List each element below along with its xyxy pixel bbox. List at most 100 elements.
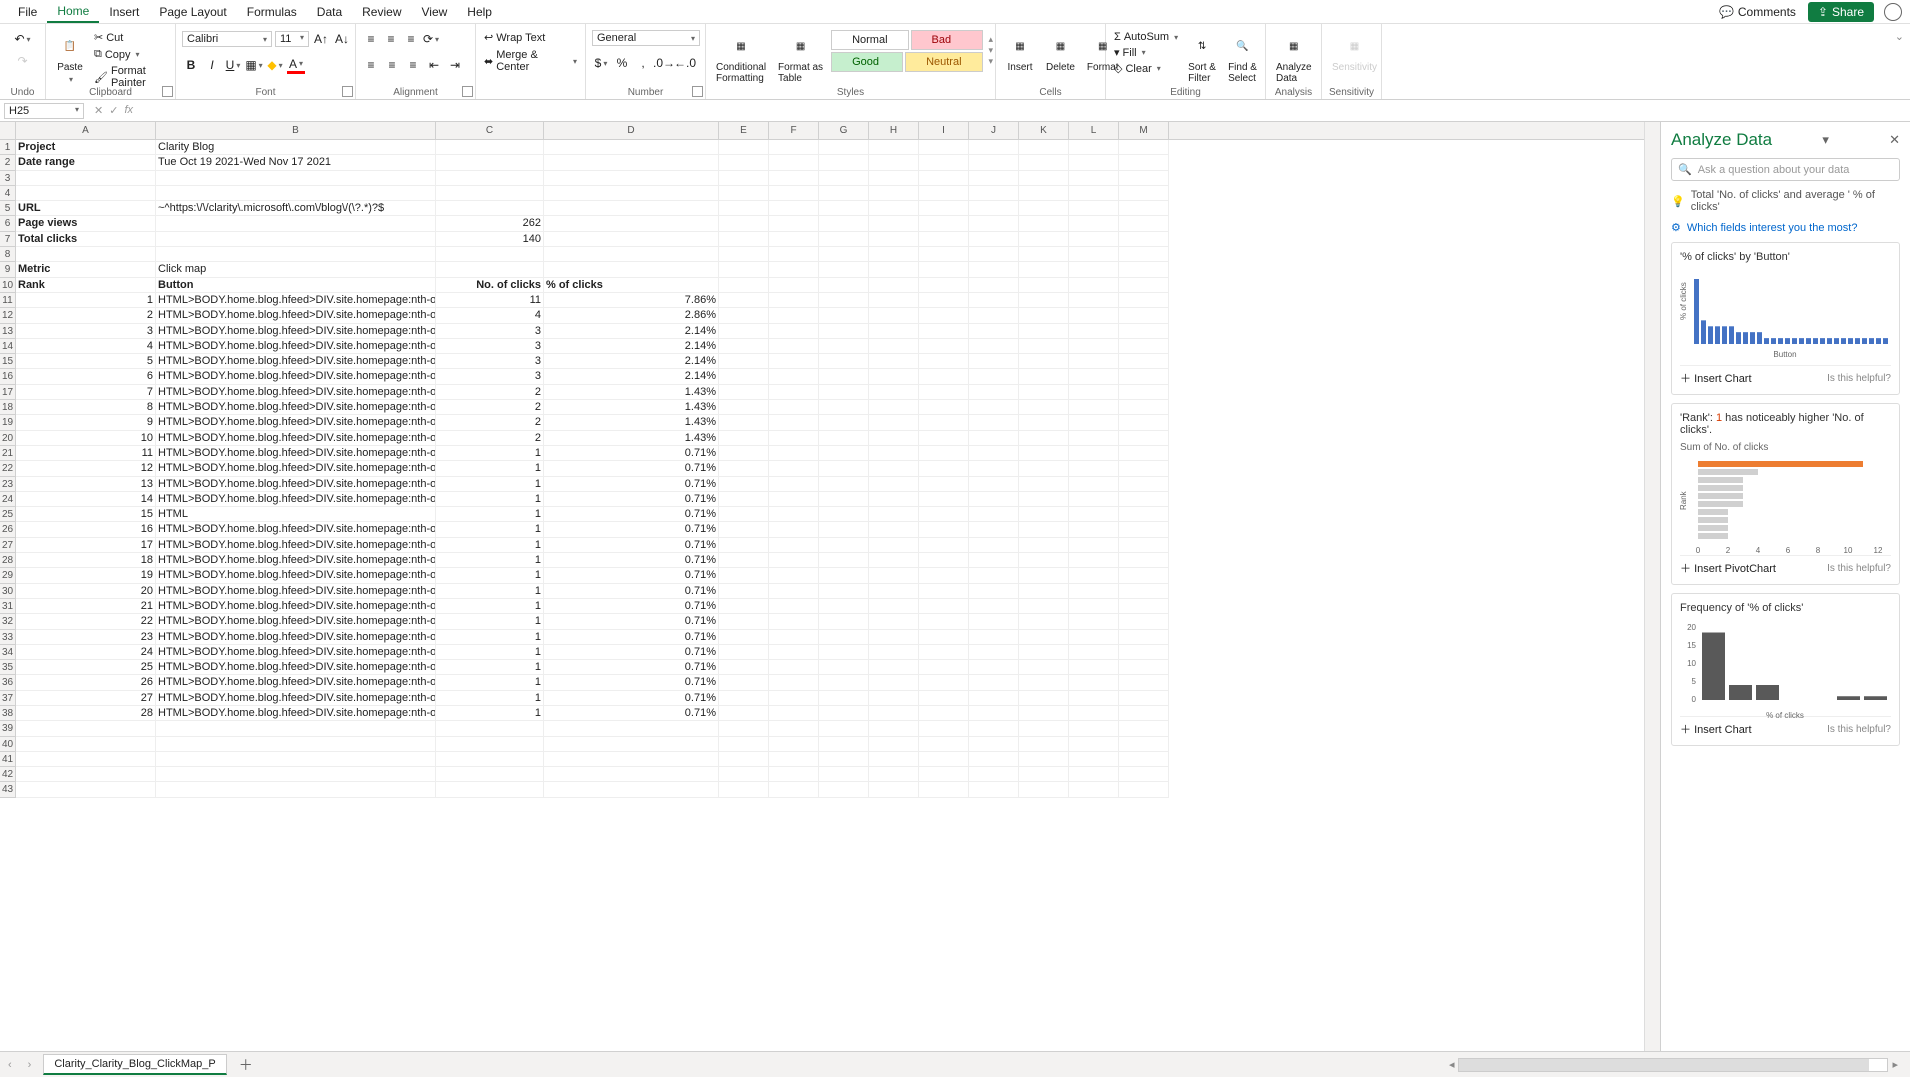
increase-decimal-icon[interactable]: .0→ (655, 54, 673, 72)
cell[interactable] (16, 752, 156, 767)
cell[interactable] (969, 492, 1019, 507)
cell[interactable] (1019, 538, 1069, 553)
cell[interactable] (1119, 599, 1169, 614)
cell[interactable] (819, 201, 869, 216)
menu-review[interactable]: Review (352, 2, 411, 22)
cell[interactable] (1069, 431, 1119, 446)
row-header[interactable]: 22 (0, 461, 16, 476)
share-button[interactable]: ⇪Share (1808, 2, 1874, 22)
cell[interactable] (769, 553, 819, 568)
cell[interactable] (719, 308, 769, 323)
cell[interactable] (1019, 140, 1069, 155)
cell[interactable]: HTML>BODY.home.blog.hfeed>DIV.site.homep… (156, 553, 436, 568)
cell[interactable]: 2 (436, 415, 544, 430)
cell[interactable] (719, 369, 769, 384)
col-F[interactable]: F (769, 122, 819, 139)
cell[interactable] (969, 538, 1019, 553)
style-neutral[interactable]: Neutral (905, 52, 982, 72)
cell[interactable] (919, 721, 969, 736)
cell[interactable]: HTML>BODY.home.blog.hfeed>DIV.site.homep… (156, 691, 436, 706)
col-E[interactable]: E (719, 122, 769, 139)
decrease-decimal-icon[interactable]: ←.0 (676, 54, 694, 72)
cell[interactable] (769, 737, 819, 752)
pane-settings-icon[interactable]: ▾ (1822, 132, 1829, 148)
cell[interactable] (16, 782, 156, 797)
cell[interactable] (1019, 599, 1069, 614)
cell[interactable] (769, 538, 819, 553)
align-right-icon[interactable]: ≡ (404, 56, 422, 74)
cell[interactable] (919, 278, 969, 293)
copy-button[interactable]: ⧉Copy▾ (92, 47, 169, 62)
insert-chart-3[interactable]: ＋ Insert Chart (1680, 721, 1752, 737)
cell[interactable] (1019, 293, 1069, 308)
cell[interactable]: HTML>BODY.home.blog.hfeed>DIV.site.homep… (156, 584, 436, 599)
cell[interactable] (769, 308, 819, 323)
row-header[interactable]: 26 (0, 522, 16, 537)
cell[interactable] (769, 354, 819, 369)
style-normal[interactable]: Normal (831, 30, 908, 50)
row-header[interactable]: 11 (0, 293, 16, 308)
col-L[interactable]: L (1069, 122, 1119, 139)
cell[interactable] (919, 354, 969, 369)
cell[interactable] (1069, 140, 1119, 155)
cell[interactable]: HTML (156, 507, 436, 522)
cell[interactable]: 9 (16, 415, 156, 430)
cell[interactable]: 24 (16, 645, 156, 660)
cell[interactable]: 2.14% (544, 324, 719, 339)
cell[interactable] (869, 431, 919, 446)
cell[interactable] (1119, 660, 1169, 675)
cell[interactable] (1119, 232, 1169, 247)
cell[interactable]: 1 (436, 584, 544, 599)
cell[interactable] (869, 201, 919, 216)
cell[interactable] (1069, 721, 1119, 736)
cell[interactable]: Date range (16, 155, 156, 170)
cell[interactable] (1019, 522, 1069, 537)
row-header[interactable]: 17 (0, 385, 16, 400)
cell[interactable] (969, 584, 1019, 599)
cell[interactable] (819, 216, 869, 231)
cell[interactable] (544, 721, 719, 736)
cell[interactable]: 11 (16, 446, 156, 461)
cell[interactable] (769, 492, 819, 507)
cell[interactable] (819, 247, 869, 262)
cell[interactable] (436, 140, 544, 155)
cell[interactable] (919, 477, 969, 492)
cell[interactable] (1119, 767, 1169, 782)
cell[interactable] (1069, 262, 1119, 277)
row-header[interactable]: 2 (0, 155, 16, 170)
cell[interactable]: Rank (16, 278, 156, 293)
cell[interactable] (869, 782, 919, 797)
cell[interactable]: 1 (436, 446, 544, 461)
cell[interactable]: 1 (436, 461, 544, 476)
cell[interactable] (1019, 492, 1069, 507)
cell[interactable] (969, 216, 1019, 231)
cell[interactable] (969, 339, 1019, 354)
indent-increase-icon[interactable]: ⇥ (446, 56, 464, 74)
col-G[interactable]: G (819, 122, 869, 139)
cell[interactable] (719, 293, 769, 308)
row-header[interactable]: 34 (0, 645, 16, 660)
cut-button[interactable]: ✂Cut (92, 30, 169, 45)
cell[interactable] (969, 461, 1019, 476)
paste-button[interactable]: 📋 Paste▾ (52, 30, 88, 86)
merge-center-button[interactable]: ⬌Merge & Center▾ (482, 48, 579, 74)
align-left-icon[interactable]: ≡ (362, 56, 380, 74)
col-B[interactable]: B (156, 122, 436, 139)
cell[interactable] (919, 553, 969, 568)
cell[interactable]: HTML>BODY.home.blog.hfeed>DIV.site.homep… (156, 385, 436, 400)
increase-font-icon[interactable]: A↑ (312, 30, 330, 48)
cell[interactable]: 2 (436, 431, 544, 446)
cell[interactable] (819, 584, 869, 599)
cell[interactable]: 1 (436, 691, 544, 706)
cell[interactable]: 2.86% (544, 308, 719, 323)
cell[interactable] (819, 538, 869, 553)
cell[interactable]: 0.71% (544, 630, 719, 645)
cell[interactable] (969, 140, 1019, 155)
cell[interactable] (719, 568, 769, 583)
sheet-tab[interactable]: Clarity_Clarity_Blog_ClickMap_P (43, 1054, 226, 1075)
cell[interactable]: 10 (16, 431, 156, 446)
cell[interactable] (819, 660, 869, 675)
cell[interactable] (769, 721, 819, 736)
cell[interactable]: HTML>BODY.home.blog.hfeed>DIV.site.homep… (156, 324, 436, 339)
cell[interactable]: 1 (436, 660, 544, 675)
